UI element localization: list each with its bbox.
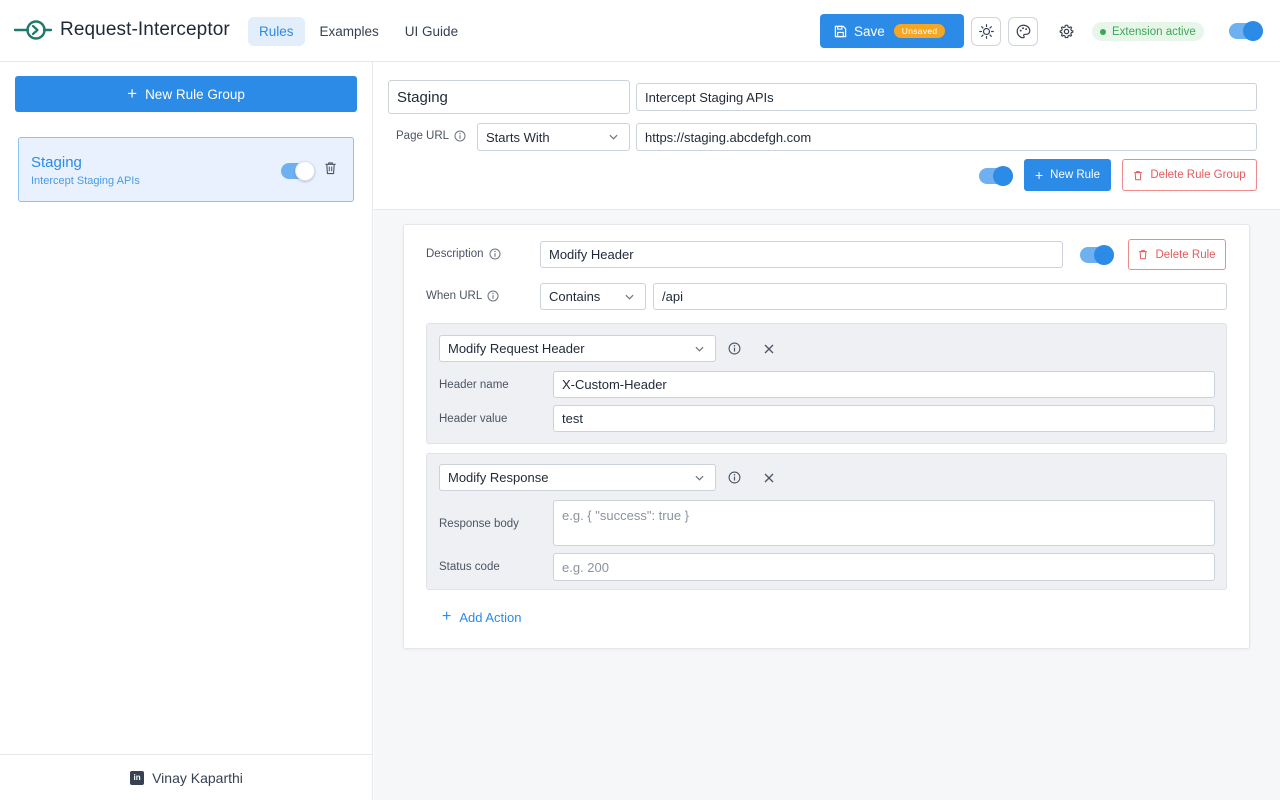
- logo-icon: [14, 20, 52, 40]
- rule-group-enabled-toggle[interactable]: [979, 166, 1013, 186]
- toggle-knob: [993, 166, 1013, 186]
- close-icon[interactable]: [764, 344, 774, 354]
- sidebar: + New Rule Group Staging Intercept Stagi…: [0, 62, 373, 800]
- info-icon[interactable]: [454, 130, 466, 142]
- sidebar-footer[interactable]: in Vinay Kaparthi: [0, 754, 373, 800]
- tab-ui-guide[interactable]: UI Guide: [394, 17, 469, 46]
- delete-group-button[interactable]: [324, 161, 337, 180]
- toggle-knob: [295, 161, 315, 181]
- chevron-down-icon: [625, 294, 634, 300]
- new-rule-group-button[interactable]: + New Rule Group: [15, 76, 357, 112]
- delete-rule-button[interactable]: Delete Rule: [1128, 239, 1226, 270]
- action-type-value: Modify Response: [448, 470, 549, 485]
- when-url-label-text: When URL: [426, 290, 483, 302]
- close-icon[interactable]: [764, 473, 774, 483]
- group-description-input[interactable]: Intercept Staging APIs: [636, 83, 1257, 111]
- description-label-text: Description: [426, 248, 484, 260]
- new-rule-button[interactable]: + New Rule: [1024, 159, 1111, 191]
- action-type-select[interactable]: Modify Response: [439, 464, 716, 491]
- response-body-input[interactable]: e.g. { "success": true }: [553, 500, 1215, 546]
- sun-icon: [978, 24, 994, 39]
- top-bar: Request-Interceptor Rules Examples UI Gu…: [0, 0, 1280, 62]
- status-text: Extension active: [1112, 25, 1196, 38]
- plus-icon: +: [442, 608, 452, 625]
- rule-group-description: Intercept Staging APIs: [31, 175, 140, 187]
- when-url-match-select[interactable]: Contains: [540, 283, 646, 310]
- author-name: Vinay Kaparthi: [152, 769, 243, 786]
- palette-button[interactable]: [1008, 17, 1038, 46]
- page-url-input[interactable]: https://staging.abcdefgh.com: [636, 123, 1257, 151]
- info-icon[interactable]: [489, 248, 501, 260]
- field-label: Header value: [439, 413, 508, 425]
- page-url-label: Page URL: [396, 130, 466, 142]
- description-label: Description: [426, 248, 501, 260]
- header-name-input[interactable]: X-Custom-Header: [553, 371, 1215, 398]
- page-url-match-select[interactable]: Starts With: [477, 123, 630, 151]
- chevron-down-icon: [695, 475, 704, 481]
- gear-icon: [1059, 24, 1073, 39]
- info-icon[interactable]: [728, 342, 741, 355]
- field-label: Status code: [439, 561, 500, 573]
- when-url-match-value: Contains: [549, 289, 601, 304]
- trash-icon: [325, 162, 336, 175]
- rules-panel: Description Modify Header Delete Rule Wh…: [374, 210, 1280, 800]
- rule-group-toggle[interactable]: [281, 161, 315, 181]
- action-block: Modify Response Response body e.g. { "su…: [426, 453, 1227, 590]
- new-rule-label: New Rule: [1050, 169, 1101, 181]
- action-block: Modify Request Header Header name X-Cust…: [426, 323, 1227, 444]
- group-name-input[interactable]: Staging: [388, 80, 630, 114]
- field-label: Header name: [439, 379, 509, 391]
- when-url-input[interactable]: /api: [653, 283, 1227, 310]
- save-label: Save: [854, 23, 885, 39]
- delete-rule-label: Delete Rule: [1155, 248, 1216, 261]
- info-icon[interactable]: [728, 471, 741, 484]
- logo: Request-Interceptor: [14, 18, 230, 42]
- plus-icon: +: [127, 83, 138, 103]
- status-dot: [1100, 28, 1106, 35]
- add-action-button[interactable]: + Add Action: [442, 609, 522, 625]
- app-title: Request-Interceptor: [60, 19, 230, 40]
- add-action-label: Add Action: [459, 609, 522, 625]
- new-rule-group-label: New Rule Group: [145, 86, 245, 102]
- toggle-knob: [1243, 21, 1263, 41]
- rule-group-name: Staging: [31, 154, 82, 171]
- action-type-select[interactable]: Modify Request Header: [439, 335, 716, 362]
- delete-rule-group-button[interactable]: Delete Rule Group: [1122, 159, 1257, 191]
- extension-toggle[interactable]: [1229, 21, 1263, 41]
- plus-icon: +: [1034, 167, 1044, 183]
- chevron-down-icon: [609, 134, 618, 140]
- main-nav: Rules Examples UI Guide: [248, 17, 469, 46]
- rule-card: Description Modify Header Delete Rule Wh…: [403, 224, 1250, 649]
- settings-button[interactable]: [1051, 17, 1081, 46]
- chevron-down-icon: [695, 346, 704, 352]
- extension-status-badge: Extension active: [1092, 22, 1204, 41]
- tab-rules[interactable]: Rules: [248, 17, 305, 46]
- status-code-input[interactable]: e.g. 200: [553, 553, 1215, 581]
- save-button[interactable]: Save Unsaved: [820, 14, 964, 48]
- rule-description-input[interactable]: Modify Header: [540, 241, 1063, 268]
- linkedin-icon: in: [130, 770, 145, 785]
- palette-icon: [1016, 24, 1030, 39]
- trash-icon: [1134, 170, 1143, 180]
- when-url-label: When URL: [426, 290, 499, 302]
- info-icon[interactable]: [487, 290, 499, 302]
- unsaved-badge: Unsaved: [893, 24, 946, 38]
- rule-group-editor: Staging Intercept Staging APIs Page URL …: [374, 62, 1280, 210]
- toggle-knob: [1094, 245, 1114, 265]
- action-type-value: Modify Request Header: [448, 341, 585, 356]
- page-url-label-text: Page URL: [396, 130, 450, 142]
- header-value-input[interactable]: test: [553, 405, 1215, 432]
- rule-enabled-toggle[interactable]: [1080, 245, 1114, 265]
- delete-rule-group-label: Delete Rule Group: [1150, 169, 1246, 181]
- rule-group-item[interactable]: Staging Intercept Staging APIs: [18, 137, 354, 202]
- page-url-match-value: Starts With: [486, 129, 550, 145]
- trash-icon: [1139, 250, 1148, 260]
- field-label: Response body: [439, 518, 519, 530]
- tab-examples[interactable]: Examples: [309, 17, 390, 46]
- theme-toggle-button[interactable]: [971, 17, 1001, 46]
- save-icon: [834, 25, 847, 37]
